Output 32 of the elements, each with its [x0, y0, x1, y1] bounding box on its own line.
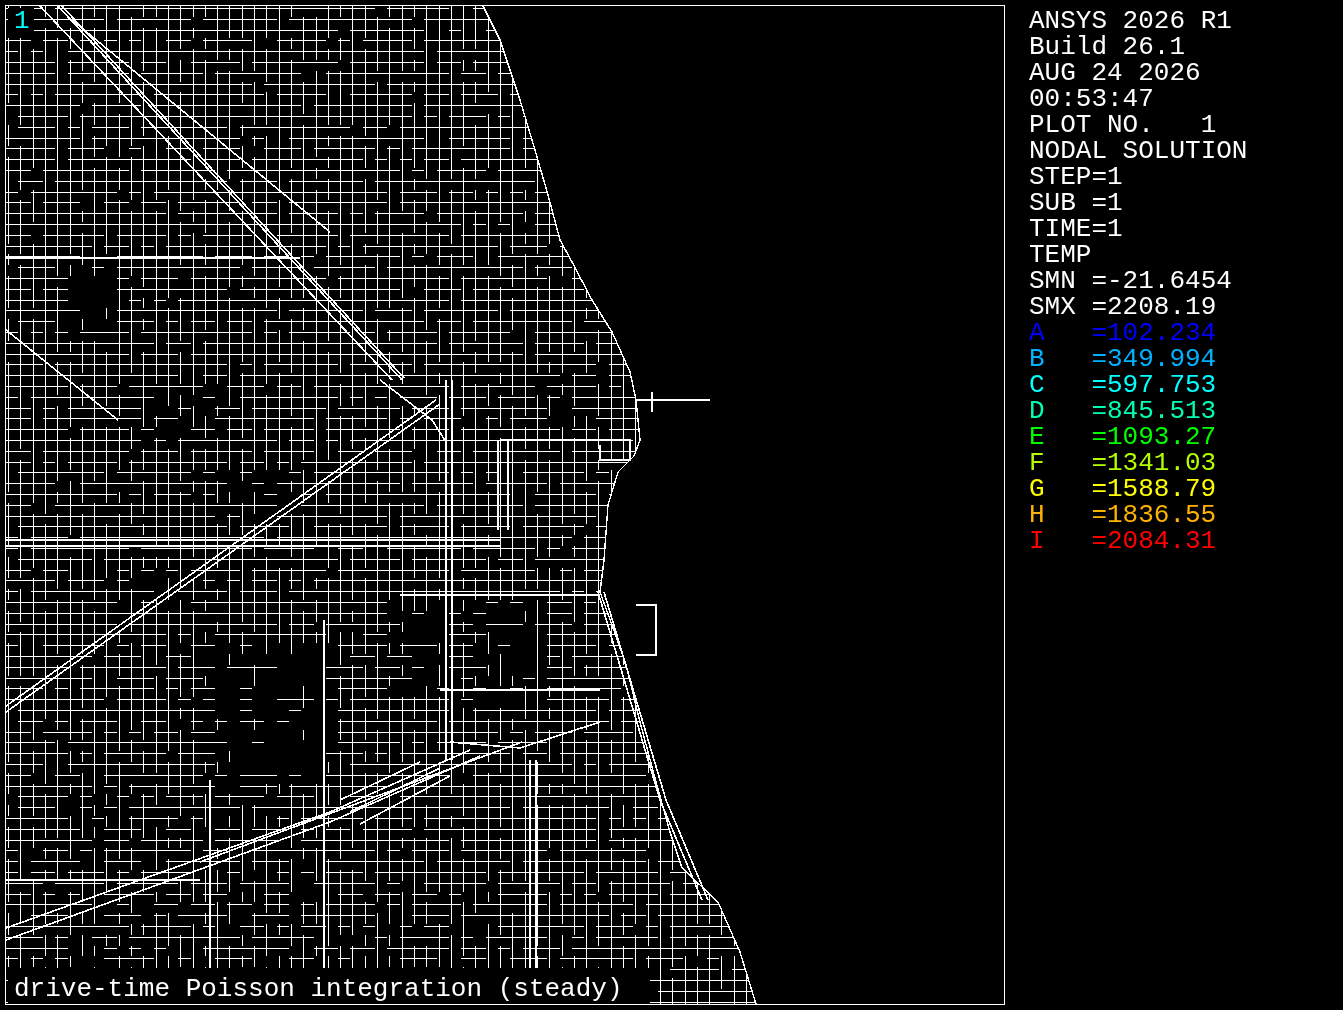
contour-value: =349.994: [1091, 346, 1217, 372]
contour-letter: D: [1029, 398, 1046, 424]
contour-letter: C: [1029, 372, 1046, 398]
plot-info-line: SMN =-21.6454: [1029, 268, 1233, 294]
plot-info-line: SMX =2208.19: [1029, 294, 1218, 320]
contour-value: =597.753: [1091, 372, 1217, 398]
plot-info-line: NODAL SOLUTION: [1029, 138, 1248, 164]
contour-value: =1341.03: [1091, 450, 1217, 476]
plot-info-line: PLOT NO. 1: [1029, 112, 1218, 138]
contour-value: =2084.31: [1091, 528, 1217, 554]
contour-value: =1836.55: [1091, 502, 1217, 528]
contour-letter: A: [1029, 320, 1046, 346]
contour-letter: H: [1029, 502, 1046, 528]
plot-info-line: TEMP: [1029, 242, 1093, 268]
plot-info-line: STEP=1: [1029, 164, 1124, 190]
window-number: 1: [14, 8, 30, 34]
contour-value: =1588.79: [1091, 476, 1217, 502]
plot-caption: drive-time Poisson integration (steady): [14, 976, 623, 1002]
plot-info-line: 00:53:47: [1029, 86, 1155, 112]
plot-info-line: AUG 24 2026: [1029, 60, 1202, 86]
contour-value: =102.234: [1091, 320, 1217, 346]
contour-letter: E: [1029, 424, 1046, 450]
plot-info-line: SUB =1: [1029, 190, 1124, 216]
contour-letter: B: [1029, 346, 1046, 372]
plot-info-line: TIME=1: [1029, 216, 1124, 242]
contour-value: =845.513: [1091, 398, 1217, 424]
contour-letter: F: [1029, 450, 1046, 476]
contour-letter: I: [1029, 528, 1046, 554]
plot-info-line: ANSYS 2026 R1: [1029, 8, 1233, 34]
plot-info-line: Build 26.1: [1029, 34, 1187, 60]
contour-value: =1093.27: [1091, 424, 1217, 450]
contour-letter: G: [1029, 476, 1046, 502]
